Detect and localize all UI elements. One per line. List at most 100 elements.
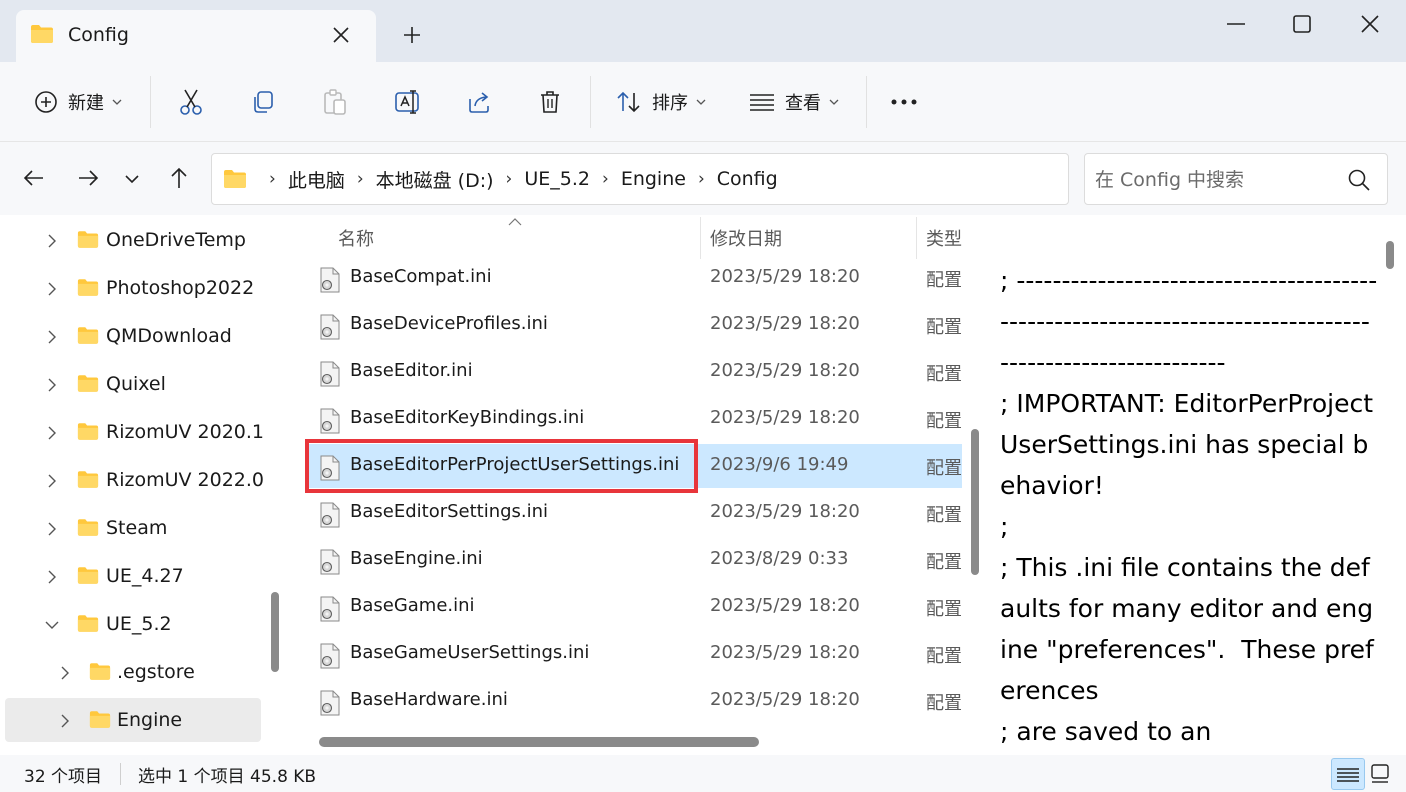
new-tab-icon[interactable] [402,25,422,45]
more-dots-icon [890,98,918,106]
chevron-right-icon[interactable] [48,570,56,584]
breadcrumb-separator: › [602,169,609,189]
search-input[interactable] [1095,166,1345,194]
file-row[interactable]: BaseEditorPerProjectUserSettings.ini 2023… [305,444,962,488]
chevron-right-icon[interactable] [61,714,69,728]
chevron-down-icon[interactable] [45,621,59,629]
column-divider[interactable] [700,217,701,259]
tree-item-engine[interactable]: Engine [5,698,261,742]
chevron-right-icon[interactable] [48,282,56,296]
chevron-right-icon[interactable] [48,234,56,248]
chevron-down-icon [829,99,839,105]
folder-icon [77,614,99,633]
tree-item-photoshop2022[interactable]: Photoshop2022 [5,266,261,310]
tree-item-qmdownload[interactable]: QMDownload [5,314,261,358]
chevron-right-icon[interactable] [48,474,56,488]
tree-item-label: .egstore [117,661,195,683]
file-name: BaseCompat.ini [350,266,492,287]
file-row[interactable]: BaseEditorSettings.ini 2023/5/29 18:20 配置 [305,491,962,535]
close-tab-icon[interactable] [332,26,350,44]
column-divider[interactable] [916,217,917,259]
file-row[interactable]: BaseHardware.ini 2023/5/29 18:20 配置 [305,679,962,723]
file-type: 配置 [926,364,962,385]
file-modified-date: 2023/5/29 18:20 [710,689,860,710]
file-name: BaseDeviceProfiles.ini [350,313,548,334]
column-header-date[interactable]: 修改日期 [710,225,782,251]
cut-button[interactable] [178,86,204,118]
tree-item-quixel[interactable]: Quixel [5,362,261,406]
file-type: 配置 [926,317,962,338]
more-button[interactable] [890,86,918,118]
file-name: BaseGameUserSettings.ini [350,642,590,663]
chevron-right-icon[interactable] [48,378,56,392]
address-bar[interactable]: › 此电脑 › 本地磁盘 (D:) › UE_5.2 › Engine › Co… [211,153,1263,205]
tree-item-egstore[interactable]: .egstore [5,650,261,694]
back-arrow-icon[interactable] [22,166,46,190]
search-icon[interactable] [1347,168,1371,192]
toolbar-divider [150,76,151,128]
rename-icon [394,89,422,115]
tree-item-label: RizomUV 2020.1 [106,421,265,443]
preview-scrollbar-thumb[interactable] [1386,241,1394,269]
new-button[interactable]: 新建 [34,86,122,118]
chevron-right-icon[interactable] [61,666,69,680]
copy-button[interactable] [250,86,276,118]
breadcrumb-this-pc[interactable]: 此电脑 [288,166,345,193]
file-row[interactable]: BaseGame.ini 2023/5/29 18:20 配置 [305,585,962,629]
breadcrumb-ue52[interactable]: UE_5.2 [524,168,590,190]
breadcrumb-separator: › [505,169,513,189]
close-window-icon[interactable] [1358,12,1382,36]
breadcrumb-separator: › [697,169,705,189]
file-name: BaseEditorPerProjectUserSettings.ini [350,454,680,475]
title-bar: Config [0,0,1406,62]
file-name: BaseEditorKeyBindings.ini [350,407,585,428]
file-list-horizontal-scrollbar-thumb[interactable] [319,737,759,747]
details-view-button[interactable] [1331,758,1365,790]
breadcrumb-engine[interactable]: Engine [621,168,686,190]
file-row[interactable]: BaseEditor.ini 2023/5/29 18:20 配置 [305,350,962,394]
column-header-name[interactable]: 名称 [338,225,374,251]
file-row[interactable]: BaseGameUserSettings.ini 2023/5/29 18:20 配… [305,632,962,676]
file-row[interactable]: BaseDeviceProfiles.ini 2023/5/29 18:20 配置 [305,303,962,347]
sort-icon [616,90,642,114]
file-modified-date: 2023/5/29 18:20 [710,360,860,381]
tree-item-ue52[interactable]: UE_5.2 [5,602,261,646]
minimize-icon[interactable] [1224,12,1248,36]
chevron-right-icon[interactable] [48,522,56,536]
preview-view-button[interactable] [1365,758,1399,790]
chevron-right-icon[interactable] [48,426,56,440]
forward-arrow-icon[interactable] [76,166,100,190]
config-file-icon [319,314,341,340]
file-type: 配置 [926,693,962,714]
large-icons-view-icon [1365,758,1399,788]
view-button[interactable]: 查看 [749,86,839,118]
file-type: 配置 [926,411,962,432]
breadcrumb-drive-d[interactable]: 本地磁盘 (D:) [376,166,494,193]
chevron-right-icon[interactable] [48,330,56,344]
tree-item-label: UE_4.27 [106,565,184,587]
breadcrumb-config[interactable]: Config [717,168,778,190]
tab-config[interactable]: Config [16,10,376,62]
file-modified-date: 2023/5/29 18:20 [710,642,860,663]
file-row[interactable]: BaseEngine.ini 2023/8/29 0:33 配置 [305,538,962,582]
file-list-vertical-scrollbar-thumb[interactable] [971,429,979,575]
folder-icon [89,662,111,681]
share-button[interactable] [466,86,492,118]
file-row[interactable]: BaseCompat.ini 2023/5/29 18:20 配置 [305,256,962,300]
paste-button[interactable] [322,86,348,118]
rename-button[interactable] [394,86,422,118]
recent-chevron-icon[interactable] [124,174,140,184]
column-header-type[interactable]: 类型 [926,225,962,251]
delete-button[interactable] [538,86,562,118]
tree-item-steam[interactable]: Steam [5,506,261,550]
maximize-icon[interactable] [1290,12,1314,36]
file-modified-date: 2023/5/29 18:20 [710,501,860,522]
tree-item-rizomuv-2022[interactable]: RizomUV 2022.0 [5,458,264,502]
file-row[interactable]: BaseEditorKeyBindings.ini 2023/5/29 18:20… [305,397,962,441]
up-arrow-icon[interactable] [167,166,191,190]
nav-scrollbar-thumb[interactable] [271,592,279,672]
tree-item-onedrivetemp[interactable]: OneDriveTemp [5,218,261,262]
tree-item-ue427[interactable]: UE_4.27 [5,554,261,598]
sort-button[interactable]: 排序 [616,86,706,118]
tree-item-rizomuv-2020[interactable]: RizomUV 2020.1 [5,410,265,454]
